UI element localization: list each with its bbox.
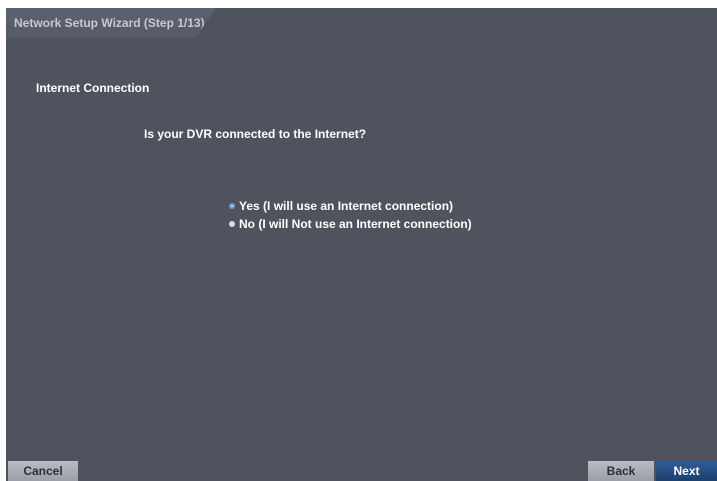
back-button[interactable]: Back <box>588 461 654 481</box>
cancel-button[interactable]: Cancel <box>8 461 78 481</box>
window-title: Network Setup Wizard (Step 1/13) <box>14 16 205 30</box>
section-title: Internet Connection <box>36 81 150 95</box>
radio-option-yes[interactable]: Yes (I will use an Internet connection) <box>229 197 472 215</box>
connection-radio-group: Yes (I will use an Internet connection) … <box>229 197 472 233</box>
radio-option-no[interactable]: No (I will Not use an Internet connectio… <box>229 215 472 233</box>
radio-label-no: No (I will Not use an Internet connectio… <box>239 217 472 231</box>
question-text: Is your DVR connected to the Internet? <box>144 127 367 141</box>
wizard-window: Network Setup Wizard (Step 1/13) Interne… <box>6 8 717 481</box>
radio-unselected-icon <box>229 221 235 227</box>
radio-label-yes: Yes (I will use an Internet connection) <box>239 199 454 213</box>
title-bar: Network Setup Wizard (Step 1/13) <box>6 8 216 38</box>
radio-selected-icon <box>229 203 235 209</box>
next-button[interactable]: Next <box>656 461 717 481</box>
